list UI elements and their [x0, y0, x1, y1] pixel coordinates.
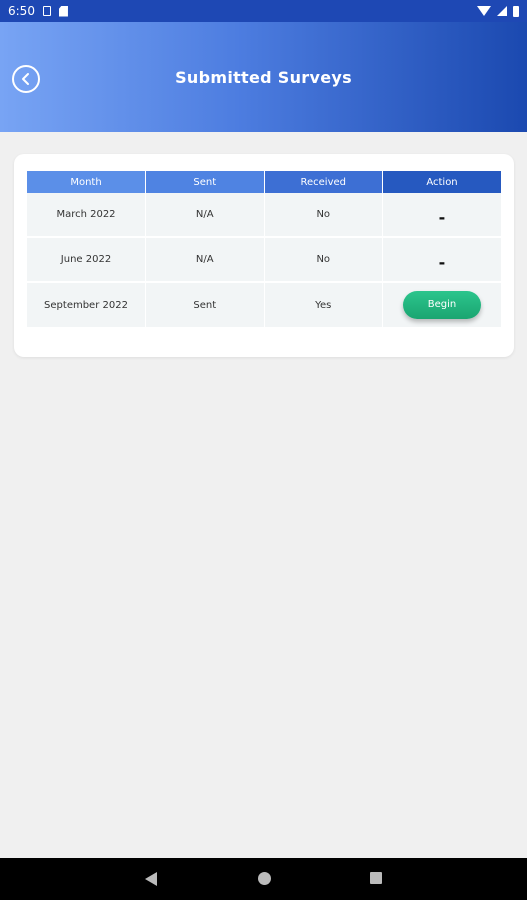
cell-received: No	[264, 237, 383, 283]
surveys-table: Month Sent Received Action March 2022 N/…	[27, 171, 501, 329]
column-header-action: Action	[382, 171, 501, 193]
cell-received: No	[264, 193, 383, 238]
cell-action: Begin	[382, 282, 501, 329]
status-time: 6:50	[8, 4, 35, 18]
column-header-received: Received	[264, 171, 383, 193]
back-triangle-icon[interactable]	[145, 872, 157, 886]
cell-action: -	[382, 193, 501, 238]
cell-action: -	[382, 237, 501, 283]
system-nav-bar	[0, 858, 527, 900]
no-action-dash: -	[438, 252, 446, 272]
signal-icon	[497, 6, 507, 16]
cell-sent: N/A	[145, 237, 265, 283]
table-row: September 2022 Sent Yes Begin	[27, 282, 501, 329]
app-header: Submitted Surveys	[0, 22, 527, 132]
battery-icon	[513, 5, 519, 17]
recents-square-icon[interactable]	[370, 872, 382, 884]
cell-month: June 2022	[27, 237, 146, 283]
surveys-card: Month Sent Received Action March 2022 N/…	[14, 154, 514, 357]
sd-card-icon	[58, 5, 68, 17]
column-header-sent: Sent	[145, 171, 265, 193]
cell-received: Yes	[264, 282, 383, 329]
column-header-month: Month	[27, 171, 146, 193]
cell-month: September 2022	[27, 282, 146, 329]
home-circle-icon[interactable]	[258, 872, 271, 885]
table-header-row: Month Sent Received Action	[27, 171, 501, 193]
cell-sent: N/A	[145, 193, 265, 238]
wifi-icon	[477, 6, 491, 16]
table-row: June 2022 N/A No -	[27, 237, 501, 283]
cell-sent: Sent	[145, 282, 265, 329]
status-bar: 6:50	[0, 0, 527, 22]
begin-button[interactable]: Begin	[403, 291, 481, 319]
cell-month: March 2022	[27, 193, 146, 238]
sim-icon	[42, 6, 51, 16]
table-row: March 2022 N/A No -	[27, 193, 501, 238]
no-action-dash: -	[438, 207, 446, 227]
page-title: Submitted Surveys	[175, 68, 352, 87]
